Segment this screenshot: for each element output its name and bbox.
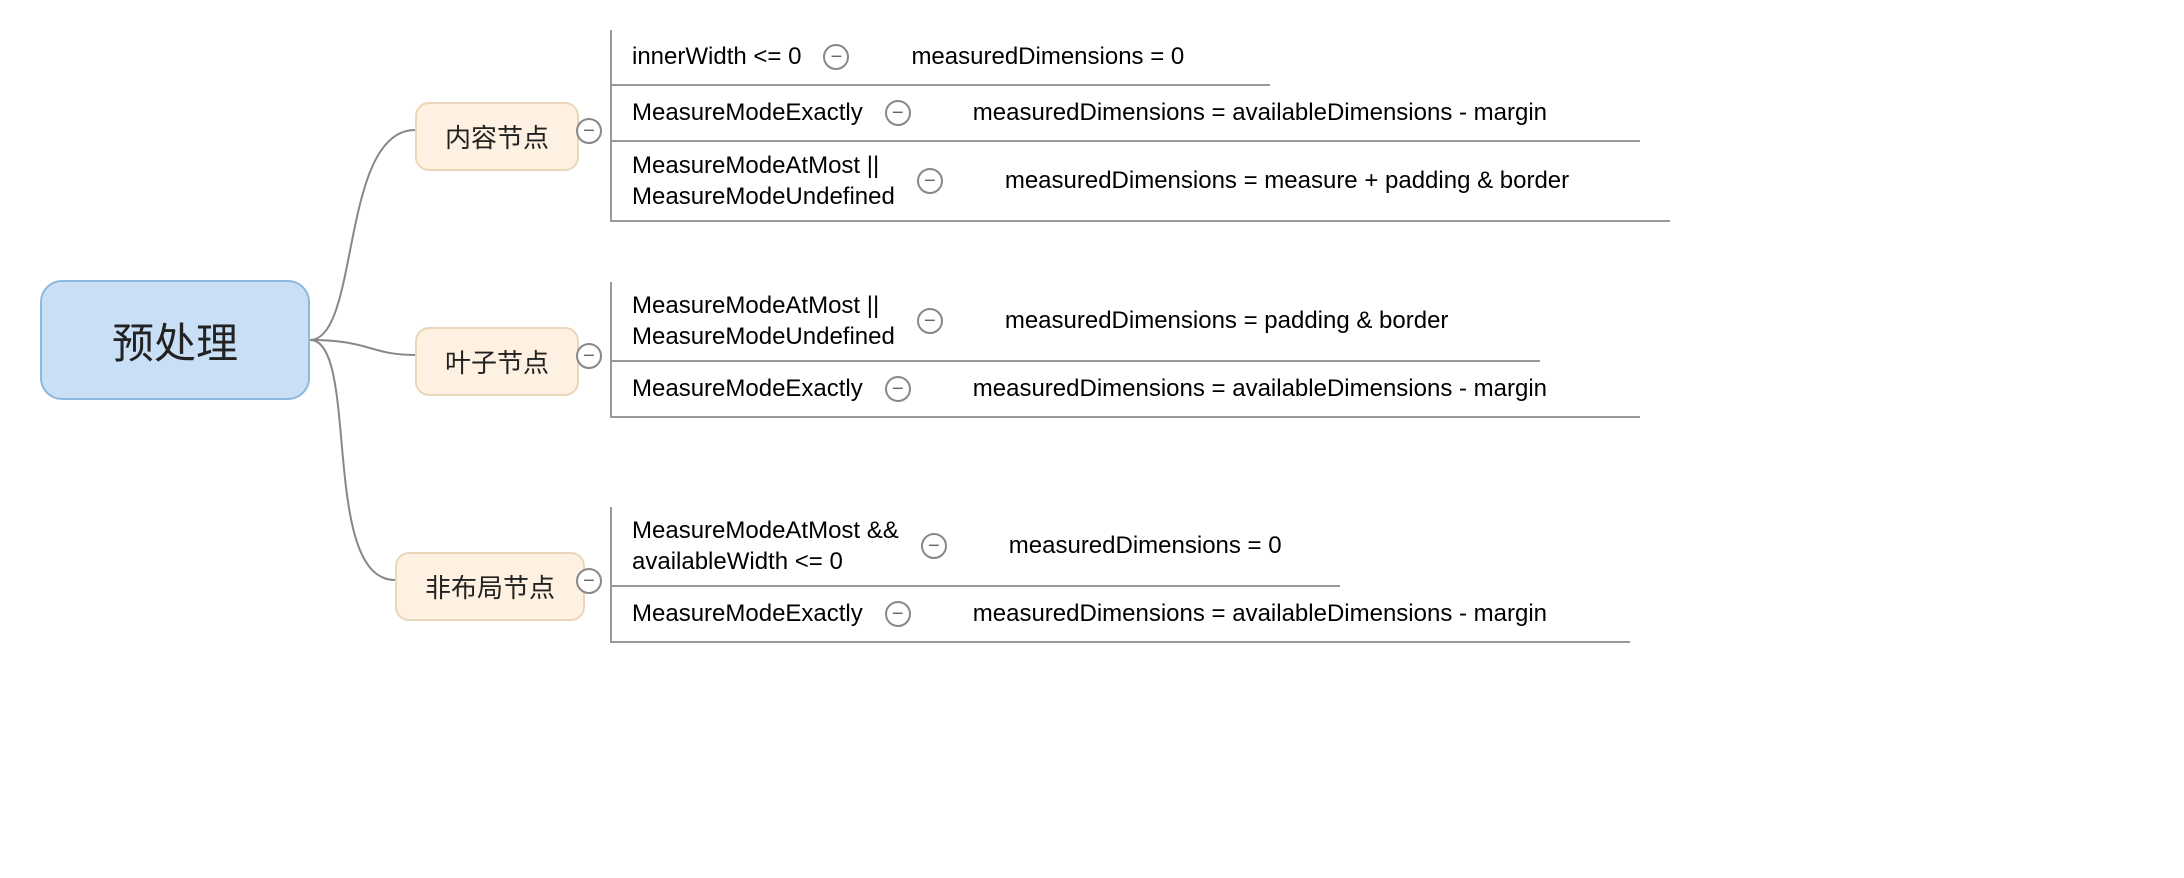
leaf-row: innerWidth <= 0 measuredDimensions = 0 — [610, 30, 1270, 86]
collapse-icon[interactable] — [917, 308, 943, 334]
collapse-icon[interactable] — [917, 168, 943, 194]
leaf-row: MeasureModeExactly measuredDimensions = … — [610, 587, 1630, 643]
condition-text: MeasureModeExactly — [632, 598, 863, 629]
condition-text: MeasureModeExactly — [632, 97, 863, 128]
condition-text: MeasureModeAtMost || MeasureModeUndefine… — [632, 150, 895, 212]
root-label: 预处理 — [112, 310, 238, 371]
leaf-row: MeasureModeExactly measuredDimensions = … — [610, 86, 1640, 142]
leaf-row: MeasureModeAtMost || MeasureModeUndefine… — [610, 282, 1540, 362]
leaf-row: MeasureModeAtMost || MeasureModeUndefine… — [610, 142, 1670, 222]
collapse-icon[interactable] — [576, 343, 602, 369]
collapse-icon[interactable] — [885, 100, 911, 126]
leaf-row: MeasureModeAtMost && availableWidth <= 0… — [610, 507, 1340, 587]
collapse-icon[interactable] — [885, 376, 911, 402]
mindmap-canvas: 预处理 内容节点 innerWidth <= 0 measuredDimensi… — [20, 20, 2164, 858]
collapse-icon[interactable] — [885, 601, 911, 627]
result-text: measuredDimensions = 0 — [1009, 532, 1282, 560]
condition-text: MeasureModeAtMost && availableWidth <= 0 — [632, 515, 899, 577]
collapse-icon[interactable] — [576, 568, 602, 594]
branch-label: 内容节点 — [445, 118, 549, 155]
branch-label: 非布局节点 — [425, 568, 555, 605]
result-text: measuredDimensions = availableDimensions… — [973, 99, 1547, 127]
branch-nonlayout-node[interactable]: 非布局节点 — [395, 552, 585, 621]
result-text: measuredDimensions = padding & border — [1005, 307, 1449, 335]
collapse-icon[interactable] — [823, 44, 849, 70]
branch-content-node[interactable]: 内容节点 — [415, 102, 579, 171]
collapse-icon[interactable] — [576, 118, 602, 144]
condition-text: MeasureModeAtMost || MeasureModeUndefine… — [632, 290, 895, 352]
branch-leaf-node[interactable]: 叶子节点 — [415, 327, 579, 396]
root-node[interactable]: 预处理 — [40, 280, 310, 400]
branch-label: 叶子节点 — [445, 343, 549, 380]
condition-text: innerWidth <= 0 — [632, 41, 801, 72]
leaf-row: MeasureModeExactly measuredDimensions = … — [610, 362, 1640, 418]
collapse-icon[interactable] — [921, 533, 947, 559]
result-text: measuredDimensions = availableDimensions… — [973, 600, 1547, 628]
result-text: measuredDimensions = availableDimensions… — [973, 375, 1547, 403]
result-text: measuredDimensions = measure + padding &… — [1005, 167, 1569, 195]
result-text: measuredDimensions = 0 — [911, 43, 1184, 71]
condition-text: MeasureModeExactly — [632, 373, 863, 404]
